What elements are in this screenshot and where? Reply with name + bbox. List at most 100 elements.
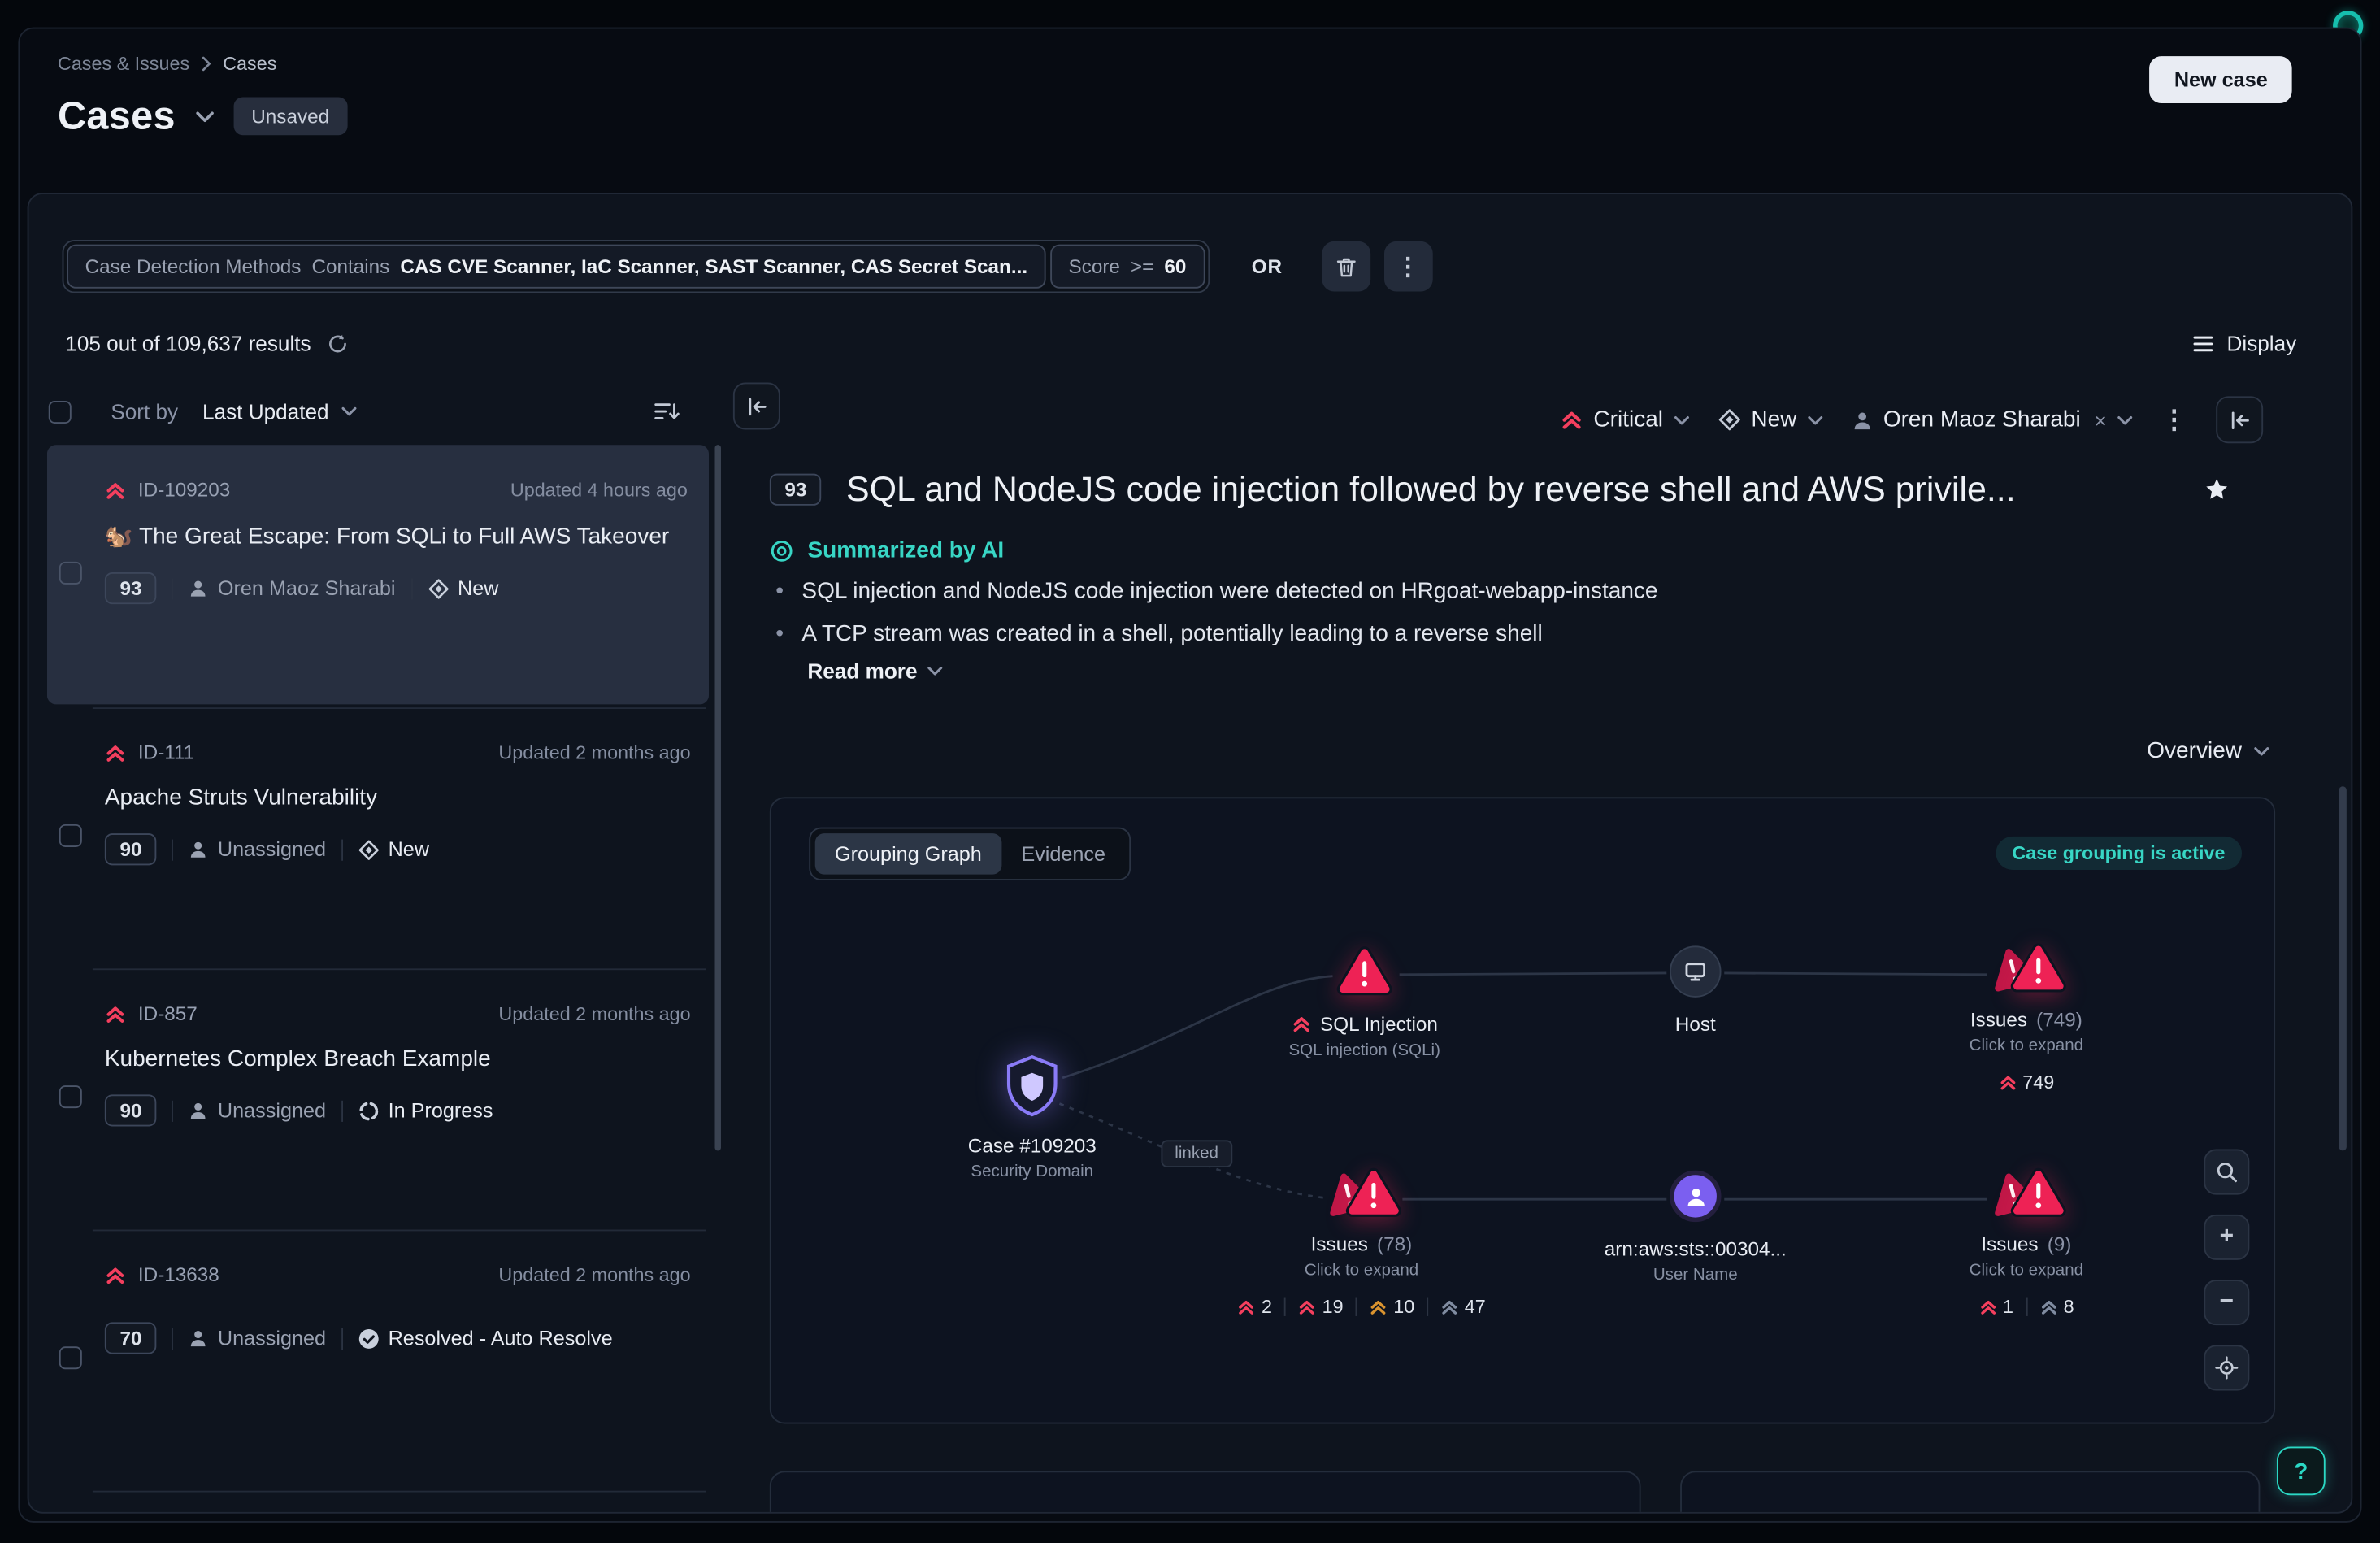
- breadcrumb-current[interactable]: Cases: [223, 53, 276, 74]
- kebab-icon: ⋮: [1396, 251, 1422, 281]
- refresh-icon[interactable]: [326, 332, 349, 354]
- case-card[interactable]: ID-857 Updated 2 months ago Kubernetes C…: [47, 968, 712, 1229]
- sort-descending-icon[interactable]: [653, 399, 680, 424]
- title-chevron-down-icon[interactable]: [195, 110, 213, 122]
- remove-assignee-icon[interactable]: ×: [2095, 407, 2107, 432]
- node-subtitle: Click to expand: [1970, 1262, 2083, 1280]
- tab-grouping-graph[interactable]: Grouping Graph: [815, 833, 1001, 874]
- case-card[interactable]: ID-13638 Updated 2 months ago 70 Unassig…: [47, 1230, 712, 1491]
- collapse-detail-button[interactable]: [2216, 396, 2263, 443]
- severity-value: Critical: [1593, 406, 1663, 432]
- node-issues-78[interactable]: Issues (78) Click to expand 2 19 10 47: [1225, 1166, 1498, 1318]
- warning-triangle-icon: [1344, 1166, 1402, 1219]
- case-status: In Progress: [358, 1099, 493, 1122]
- chevron-down-icon: [1674, 415, 1689, 424]
- summary-bullet: • A TCP stream was created in a shell, po…: [775, 621, 1657, 647]
- display-menu-icon: [2192, 333, 2215, 353]
- tab-evidence[interactable]: Evidence: [1001, 833, 1125, 874]
- case-updated: Updated 2 months ago: [498, 741, 690, 763]
- node-sql-injection[interactable]: SQL Injection SQL injection (SQLi): [1228, 944, 1501, 1059]
- sort-value: Last Updated: [202, 399, 329, 424]
- node-issues-9[interactable]: Issues (9) Click to expand 1 8: [1890, 1166, 2163, 1318]
- case-status: New: [358, 838, 429, 861]
- node-case[interactable]: Case #109203 Security Domain: [896, 1052, 1169, 1181]
- severity-critical-icon: [1560, 408, 1583, 431]
- case-checkbox[interactable]: [59, 1346, 82, 1369]
- select-all-checkbox[interactable]: [49, 400, 72, 423]
- case-title: Apache Struts Vulnerability: [105, 785, 691, 811]
- warning-triangle-icon: [1335, 944, 1393, 997]
- case-checkbox[interactable]: [59, 824, 82, 847]
- summary-bullet: •SQL injection and NodeJS code injection…: [775, 578, 1657, 604]
- detail-scrollbar[interactable]: [2339, 786, 2347, 1150]
- severity-low-icon: [1440, 1298, 1458, 1316]
- filter-operator: Contains: [311, 255, 389, 278]
- collapse-panel-icon: [2227, 407, 2252, 432]
- case-status: Resolved - Auto Resolve: [358, 1327, 612, 1350]
- case-title: Kubernetes Complex Breach Example: [105, 1046, 691, 1072]
- node-host[interactable]: Host: [1559, 945, 1832, 1035]
- host-monitor-icon: [1670, 945, 1721, 997]
- case-card-body: ID-13638 Updated 2 months ago 70 Unassig…: [47, 1230, 712, 1354]
- divider: [341, 839, 343, 860]
- assignee-select[interactable]: Oren Maoz Sharabi ×: [1852, 406, 2133, 432]
- assignee-name: Unassigned: [218, 1327, 326, 1350]
- severity-select[interactable]: Critical: [1560, 406, 1688, 432]
- zoom-out-button[interactable]: −: [2204, 1280, 2249, 1325]
- filter-score[interactable]: Score >= 60: [1050, 245, 1205, 289]
- detail-more-button[interactable]: ⋮: [2161, 405, 2187, 435]
- delete-filter-button[interactable]: [1322, 241, 1371, 292]
- or-operator-label[interactable]: OR: [1252, 255, 1283, 278]
- node-subtitle: Security Domain: [971, 1163, 1093, 1180]
- case-card[interactable]: ID-109203 Updated 4 hours ago 🐿️ The Gre…: [47, 445, 709, 704]
- graph-search-button[interactable]: [2204, 1150, 2249, 1195]
- list-scrollbar[interactable]: [714, 445, 720, 1150]
- bullet-dot: •: [775, 621, 784, 647]
- severity-count: 8: [2064, 1297, 2074, 1318]
- breadcrumb-root[interactable]: Cases & Issues: [58, 53, 189, 74]
- zoom-in-button[interactable]: +: [2204, 1215, 2249, 1260]
- case-checkbox[interactable]: [59, 562, 82, 585]
- results-count: 105 out of 109,637 results: [65, 331, 311, 355]
- node-count: (9): [2048, 1232, 2072, 1255]
- node-user[interactable]: arn:aws:sts::00304... User Name: [1559, 1171, 1832, 1284]
- filter-field-label: Score: [1068, 255, 1119, 278]
- case-checkbox[interactable]: [59, 1085, 82, 1108]
- severity-count: 749: [2022, 1071, 2054, 1093]
- status-select[interactable]: New: [1718, 406, 1822, 432]
- app-root: Cases & Issues Cases Cases Unsaved New c…: [0, 0, 2380, 1543]
- help-button[interactable]: ?: [2277, 1447, 2326, 1496]
- case-cards: ID-109203 Updated 4 hours ago 🐿️ The Gre…: [47, 445, 712, 1512]
- read-more-button[interactable]: Read more: [807, 658, 943, 683]
- title-row: Cases Unsaved: [58, 93, 348, 140]
- case-list-panel: Sort by Last Updated ID-10: [47, 384, 712, 1511]
- star-icon[interactable]: [2204, 476, 2230, 502]
- severity-critical-icon: [1292, 1014, 1311, 1033]
- node-issues-749[interactable]: Issues (749) Click to expand 749: [1890, 941, 2163, 1093]
- section-dropdown[interactable]: Overview: [2147, 738, 2269, 764]
- new-case-button[interactable]: New case: [2150, 56, 2292, 103]
- severity-count: 2: [1262, 1297, 1272, 1318]
- severity-critical-icon: [1998, 1073, 2016, 1091]
- assignee-name: Unassigned: [218, 1099, 326, 1122]
- sort-dropdown[interactable]: Last Updated: [202, 399, 356, 424]
- node-subtitle: User Name: [1653, 1266, 1738, 1284]
- fit-view-button[interactable]: [2204, 1345, 2249, 1390]
- chevron-down-icon: [2117, 415, 2133, 424]
- case-card[interactable]: ID-111 Updated 2 months ago Apache Strut…: [47, 707, 712, 968]
- person-icon: [189, 578, 208, 598]
- divider: [172, 578, 174, 599]
- trash-icon: [1335, 254, 1359, 279]
- divider: [172, 1100, 174, 1121]
- filter-value: CAS CVE Scanner, IaC Scanner, SAST Scann…: [400, 255, 1027, 278]
- filter-detection-methods[interactable]: Case Detection Methods Contains CAS CVE …: [67, 245, 1045, 289]
- display-toggle[interactable]: Display: [2192, 331, 2297, 355]
- filter-more-button[interactable]: ⋮: [1384, 241, 1433, 292]
- warning-triangle-icon: [2009, 1166, 2067, 1219]
- divider: [410, 578, 412, 599]
- divider: [341, 1328, 343, 1349]
- warning-triangle-icon: [2009, 941, 2067, 994]
- person-icon: [189, 840, 208, 859]
- divider: [1427, 1298, 1428, 1316]
- bullet-text: A TCP stream was created in a shell, pot…: [801, 621, 1542, 647]
